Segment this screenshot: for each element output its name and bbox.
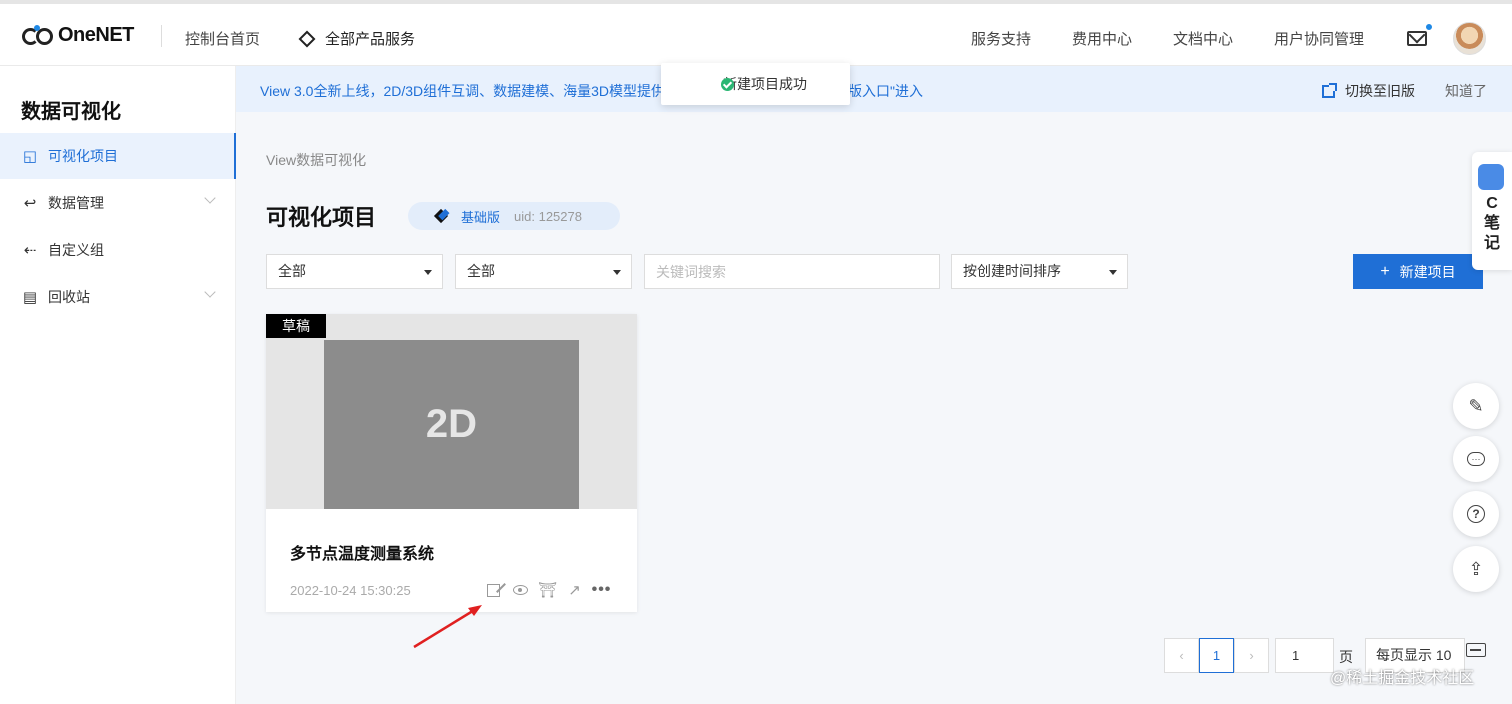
project-title: 多节点温度测量系统 [290, 546, 435, 563]
project-card[interactable]: 2D 草稿 多节点温度测量系统 2022-10-24 15:30:25 ⛩ ↗ … [266, 314, 637, 612]
chat-icon: ··· [1467, 452, 1485, 466]
check-circle-icon [721, 78, 734, 91]
more-button[interactable]: ••• [588, 580, 615, 600]
avatar[interactable] [1453, 22, 1486, 55]
diamond-icon [298, 30, 316, 47]
mail-icon[interactable] [1407, 31, 1427, 46]
project-date: 2022-10-24 15:30:25 [290, 583, 411, 598]
next-page-button[interactable]: › [1234, 638, 1269, 673]
document-icon: ▤ [22, 289, 38, 306]
back-to-top-button[interactable]: ⇪ [1453, 546, 1499, 592]
external-link-icon [1322, 82, 1337, 98]
nav-billing-center[interactable]: 费用中心 [1072, 28, 1132, 49]
sidebar: 数据可视化 ◱ 可视化项目 ↩ 数据管理 ⇠ 自定义组 ▤ 回收站 [0, 66, 236, 704]
draft-badge: 草稿 [266, 314, 326, 338]
nav-user-collab[interactable]: 用户协同管理 [1274, 28, 1364, 49]
caret-down-icon [1109, 270, 1117, 275]
sidebar-item-data-management[interactable]: ↩ 数据管理 [0, 180, 236, 226]
preview-button[interactable] [507, 580, 534, 600]
chat-button[interactable]: ··· [1453, 436, 1499, 482]
note-logo-icon [1478, 164, 1504, 190]
question-icon: ? [1467, 505, 1485, 523]
dashboard-icon: ◱ [22, 148, 38, 165]
edit-button[interactable] [480, 580, 507, 600]
chevron-down-icon [204, 286, 216, 298]
sidebar-item-visual-projects[interactable]: ◱ 可视化项目 [0, 133, 236, 179]
thumbnail-label: 2D [324, 340, 579, 509]
page-title: 可视化项目 [266, 205, 377, 230]
edition-icon [433, 208, 449, 224]
sidebar-item-label: 回收站 [48, 289, 90, 305]
uid-label: uid: 125278 [514, 208, 582, 224]
nav-all-products[interactable]: 全部产品服务 [298, 28, 415, 49]
prev-page-button[interactable]: ‹ [1164, 638, 1199, 673]
collapse-icon[interactable] [1466, 643, 1486, 657]
help-button[interactable]: ? [1453, 491, 1499, 537]
banner-text-tail[interactable]: 版入口"进入 [848, 81, 923, 101]
nav-service-support[interactable]: 服务支持 [971, 28, 1031, 49]
chevron-down-icon [204, 192, 216, 204]
nav-console-home[interactable]: 控制台首页 [185, 28, 260, 49]
page-jump-input[interactable]: 1 [1275, 638, 1334, 673]
filter-select-2-value: 全部 [467, 263, 495, 279]
annotation-arrow [413, 605, 482, 649]
notes-tab[interactable]: C 笔 记 [1472, 152, 1512, 270]
sidebar-item-recycle-bin[interactable]: ▤ 回收站 [0, 274, 236, 320]
nav-docs-center[interactable]: 文档中心 [1173, 28, 1233, 49]
search-input[interactable] [644, 254, 940, 289]
switch-old-label: 切换至旧版 [1345, 83, 1415, 99]
export-icon: ↗ [568, 582, 581, 599]
feedback-button[interactable]: ✎ [1453, 383, 1499, 429]
more-icon: ••• [591, 581, 612, 598]
new-project-button[interactable]: + 新建项目 [1353, 254, 1483, 289]
nav-all-products-label: 全部产品服务 [325, 31, 416, 48]
logo-text: OneNET [58, 24, 134, 46]
card-actions: ⛩ ↗ ••• [480, 580, 615, 600]
success-toast: 新建项目成功 [661, 63, 850, 105]
sort-select[interactable]: 按创建时间排序 [951, 254, 1128, 289]
publish-button[interactable]: ⛩ [534, 580, 561, 600]
building-icon: ⛩ [537, 582, 558, 599]
filter-select-1[interactable]: 全部 [266, 254, 443, 289]
top-arrow-icon: ⇪ [1468, 558, 1484, 579]
notification-dot [1425, 23, 1433, 31]
onenet-logo-icon [22, 24, 58, 47]
return-icon: ↩ [23, 195, 37, 212]
divider [161, 25, 162, 47]
banner-text[interactable]: View 3.0全新上线，2D/3D组件互调、数据建模、海量3D模型提供 [260, 81, 665, 101]
export-button[interactable]: ↗ [561, 580, 588, 600]
announcement-banner: View 3.0全新上线，2D/3D组件互调、数据建模、海量3D模型提供 版入口… [236, 66, 1512, 112]
caret-down-icon [613, 270, 621, 275]
edit-note-icon: ✎ [1468, 395, 1484, 416]
project-thumbnail[interactable]: 2D 草稿 [266, 314, 637, 509]
link-icon: ⇠ [23, 242, 37, 259]
sidebar-item-custom-group[interactable]: ⇠ 自定义组 [0, 227, 236, 273]
onenet-logo[interactable]: OneNET [22, 24, 134, 47]
sidebar-title: 数据可视化 [21, 101, 121, 123]
edition-badge: 基础版 uid: 125278 [408, 202, 620, 230]
notes-tab-label: C 笔 记 [1483, 195, 1500, 252]
filter-select-2[interactable]: 全部 [455, 254, 632, 289]
toast-message: 新建项目成功 [723, 76, 807, 92]
sort-select-value: 按创建时间排序 [963, 263, 1061, 279]
caret-down-icon [424, 270, 432, 275]
edition-label: 基础版 [461, 209, 501, 225]
sidebar-item-label: 数据管理 [48, 195, 104, 211]
sidebar-item-label: 自定义组 [48, 242, 104, 258]
dismiss-banner-link[interactable]: 知道了 [1445, 81, 1487, 101]
top-bar: OneNET 控制台首页 全部产品服务 服务支持 费用中心 文档中心 用户协同管… [0, 0, 1512, 66]
filter-select-1-value: 全部 [278, 263, 306, 279]
breadcrumb[interactable]: View数据可视化 [266, 150, 366, 170]
page-1-button[interactable]: 1 [1199, 638, 1234, 673]
new-project-label: 新建项目 [1399, 263, 1456, 280]
plus-icon: + [1380, 262, 1390, 280]
sidebar-item-label: 可视化项目 [48, 148, 118, 164]
watermark: @稀土掘金技术社区 [1330, 670, 1475, 687]
eye-icon [513, 585, 528, 595]
switch-old-version-link[interactable]: 切换至旧版 [1322, 81, 1415, 101]
edit-icon [487, 583, 500, 597]
